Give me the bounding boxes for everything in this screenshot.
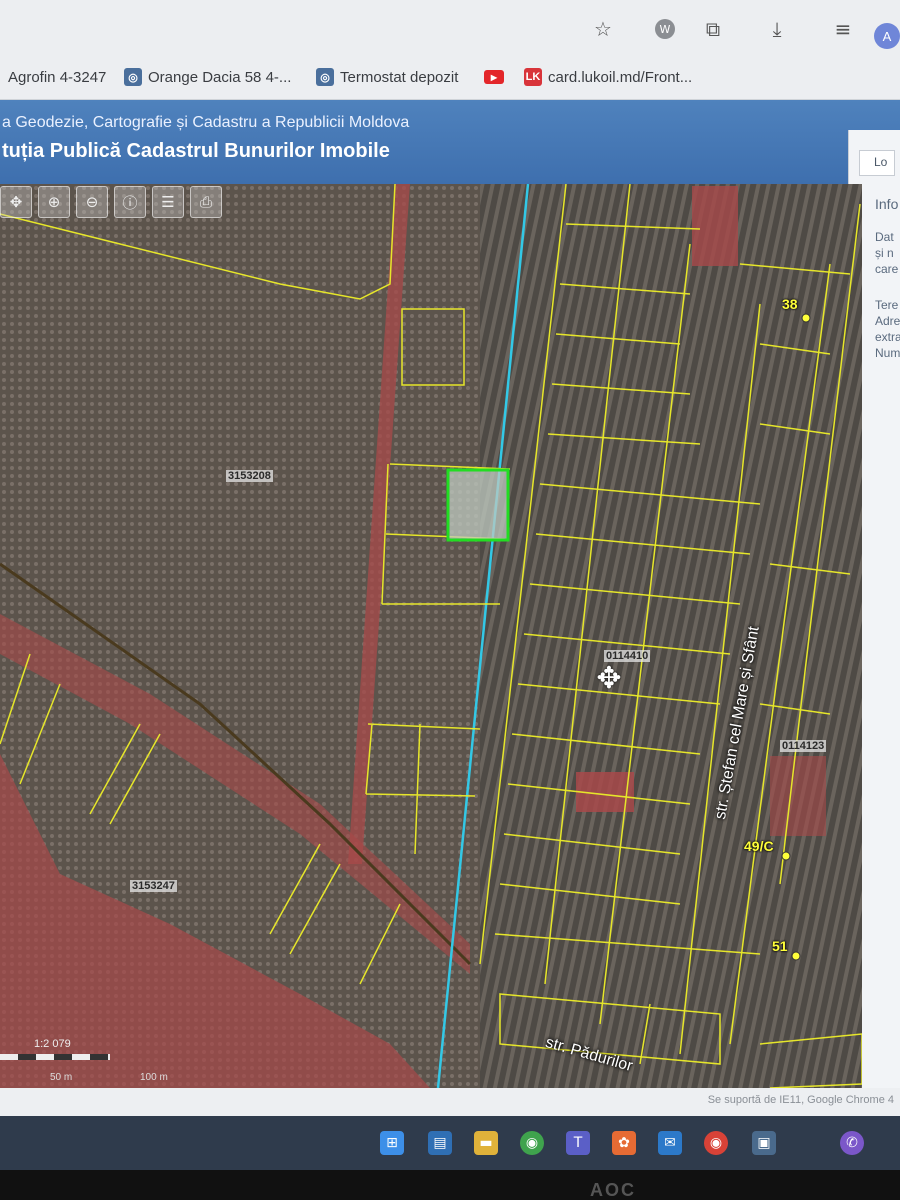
red-parcel xyxy=(770,756,826,836)
chrome-green-icon[interactable]: ◉ xyxy=(520,1131,544,1155)
lukoil-icon: LK xyxy=(524,68,542,86)
institution-name: tuția Publică Cadastrul Bunurilor Imobil… xyxy=(2,140,390,162)
bookmark-label: Agrofin 4-3247 xyxy=(8,68,107,86)
layers-icon[interactable]: ☰ xyxy=(152,186,184,218)
browser-support-text: Se suportă de IE11, Google Chrome 4 xyxy=(707,1094,894,1106)
extensions-icon[interactable]: ⧉ xyxy=(700,16,726,42)
taskbar: ⊞ ▤ ▬ ◉ T ✿ ✉ ◉ ▣ ✆ xyxy=(0,1116,900,1170)
address-pin xyxy=(791,951,801,961)
site-icon: ◎ xyxy=(124,68,142,86)
scale-label: 100 m xyxy=(140,1072,168,1083)
viber-icon[interactable]: ✆ xyxy=(840,1131,864,1155)
bookmark-label: Orange Dacia 58 4-... xyxy=(148,68,292,86)
monitor-bezel: AOC xyxy=(0,1170,900,1200)
panel-line: Num xyxy=(875,346,900,360)
youtube-icon: ▶ xyxy=(484,70,504,84)
mail-icon[interactable]: ✉ xyxy=(658,1131,682,1155)
panel-line: Adre xyxy=(875,314,900,328)
map-toolbar: ✥ ⊕ ⊖ ⓘ ☰ ⎙ xyxy=(0,186,222,222)
bookmark-termostat[interactable]: ◎ Termostat depozit xyxy=(316,66,458,88)
bookmark-lukoil[interactable]: LK card.lukoil.md/Front... xyxy=(524,66,692,88)
star-icon[interactable]: ☆ xyxy=(590,16,616,42)
status-strip: Se suportă de IE11, Google Chrome 4 xyxy=(0,1088,900,1116)
browser-toolbar: ☆ W ⧉ ⤓ ≡ A xyxy=(0,0,900,56)
address-pin xyxy=(801,313,811,323)
app-icon[interactable]: ▣ xyxy=(752,1131,776,1155)
panel-line: Tere xyxy=(875,298,899,312)
panel-heading: Info xyxy=(875,196,899,212)
bookmark-youtube[interactable]: ▶ xyxy=(484,66,504,88)
selected-parcel[interactable] xyxy=(446,468,510,542)
agency-name: a Geodezie, Cartografie și Cadastru a Re… xyxy=(2,114,410,131)
file-explorer-icon[interactable]: ▤ xyxy=(428,1131,452,1155)
cadastral-label: 3153208 xyxy=(226,470,273,482)
windows-start-icon[interactable]: ⊞ xyxy=(380,1131,404,1155)
bookmark-label: Termostat depozit xyxy=(340,68,459,86)
panel-line: Dat xyxy=(875,230,894,244)
panel-line: care xyxy=(875,262,899,276)
site-header: a Geodezie, Cartografie și Cadastru a Re… xyxy=(0,100,900,184)
red-parcel xyxy=(692,186,738,266)
teams-icon[interactable]: T xyxy=(566,1131,590,1155)
chrome-icon[interactable]: ◉ xyxy=(704,1131,728,1155)
monitor-brand: AOC xyxy=(590,1180,636,1200)
print-icon[interactable]: ⎙ xyxy=(190,186,222,218)
scale-bar xyxy=(0,1054,110,1060)
bookmark-orange-dacia[interactable]: ◎ Orange Dacia 58 4-... xyxy=(124,66,291,88)
download-icon[interactable]: ⤓ xyxy=(764,16,790,42)
photos-icon[interactable]: ✿ xyxy=(612,1131,636,1155)
address-label: 49/C xyxy=(744,838,774,854)
panel-tab[interactable]: Lo xyxy=(859,150,895,176)
playlist-icon[interactable]: ≡ xyxy=(830,16,856,42)
zoom-out-icon[interactable]: ⊖ xyxy=(76,186,108,218)
identify-icon[interactable]: ⓘ xyxy=(114,186,146,218)
map-view[interactable]: ✥ ⊕ ⊖ ⓘ ☰ ⎙ 3153208 3153247 0114410 0114… xyxy=(0,184,862,1088)
panel-tab-label: Lo xyxy=(874,155,888,169)
extension-w-icon[interactable]: W xyxy=(652,16,678,42)
address-label: 38 xyxy=(782,296,798,312)
panel-line: și n xyxy=(875,246,894,260)
move-cursor-icon: ✥ xyxy=(596,661,622,696)
panel-line: extra xyxy=(875,330,900,344)
profile-initial: A xyxy=(882,28,892,44)
bookmark-label: card.lukoil.md/Front... xyxy=(548,68,693,86)
cadastral-label: 3153247 xyxy=(130,880,177,892)
pan-icon[interactable]: ✥ xyxy=(0,186,32,218)
map-canvas[interactable] xyxy=(0,184,862,1088)
scale-label: 50 m xyxy=(50,1072,73,1083)
bookmark-agrofin[interactable]: Agrofin 4-3247 xyxy=(8,66,106,88)
screen: ☆ W ⧉ ⤓ ≡ A Agrofin 4-3247 ◎ Orange Daci… xyxy=(0,0,900,1200)
folder-icon[interactable]: ▬ xyxy=(474,1131,498,1155)
site-icon: ◎ xyxy=(316,68,334,86)
bookmarks-bar: Agrofin 4-3247 ◎ Orange Dacia 58 4-... ◎… xyxy=(0,56,900,100)
scale-ratio: 1:2 079 xyxy=(34,1038,71,1050)
zoom-in-icon[interactable]: ⊕ xyxy=(38,186,70,218)
profile-avatar[interactable]: A xyxy=(874,23,900,49)
cadastral-label: 0114123 xyxy=(780,740,827,752)
address-label: 51 xyxy=(772,938,788,954)
address-pin xyxy=(781,851,791,861)
